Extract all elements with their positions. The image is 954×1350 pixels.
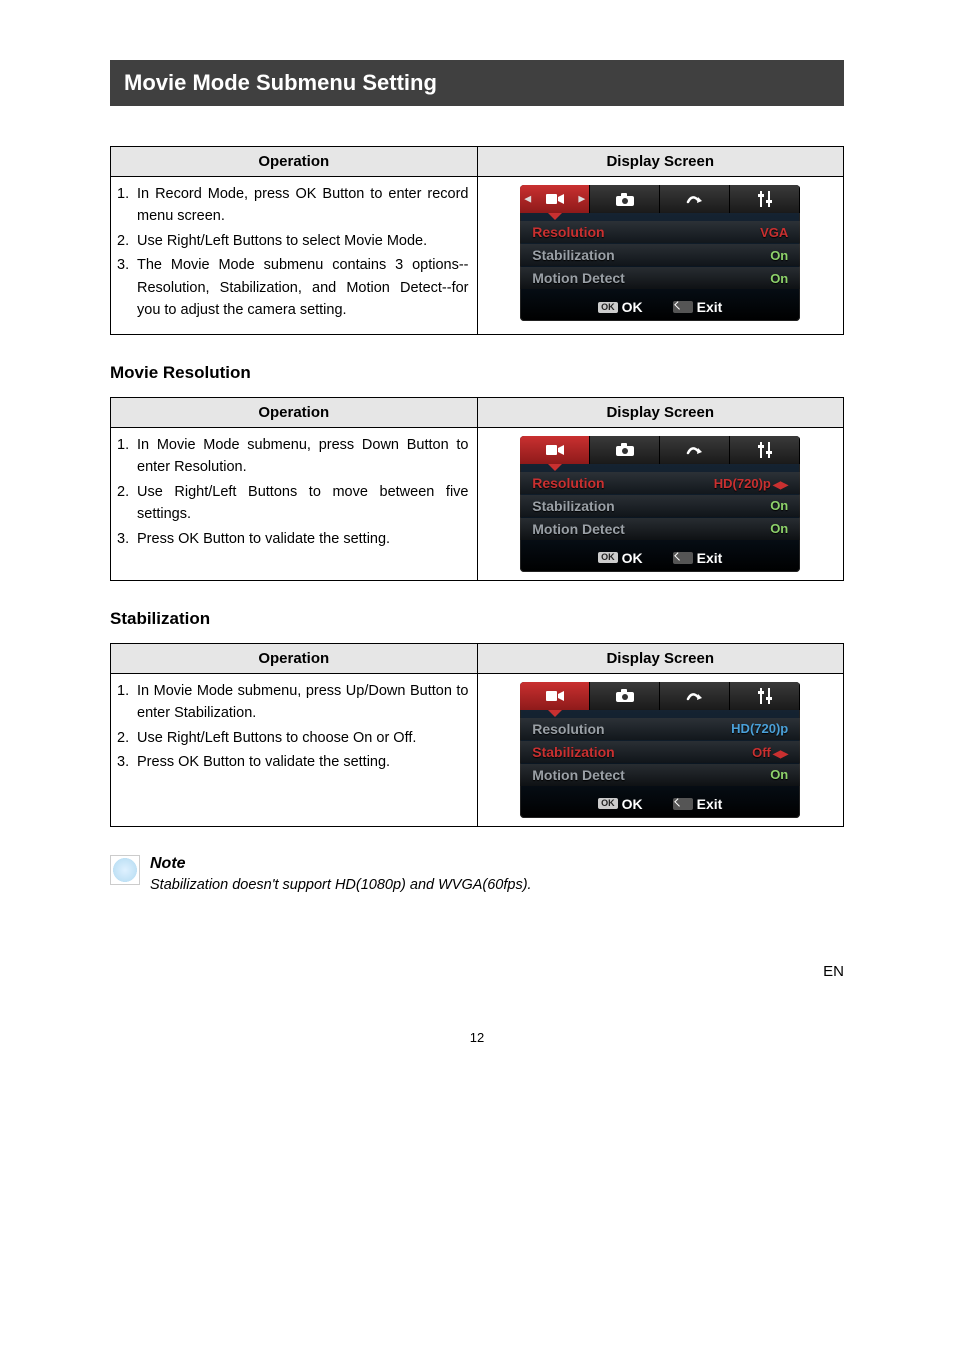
menu-row-resolution: Resolution HD(720)p <box>520 718 800 740</box>
exit-button-label: Exit <box>673 550 723 566</box>
display-screen-cell: Resolution HD(720)p Stabilization Off◀▶ … <box>477 673 844 826</box>
op-step: Use Right/Left Buttons to select Movie M… <box>137 230 469 252</box>
th-operation: Operation <box>111 397 478 427</box>
menu-row-resolution: Resolution VGA <box>520 221 800 243</box>
device-screen: Resolution HD(720)p◀▶ Stabilization On M… <box>520 436 800 572</box>
tab-settings-icon <box>730 436 800 464</box>
tab-camera-icon <box>590 436 660 464</box>
tab-effects-icon <box>660 185 730 213</box>
menu-row-stabilization: Stabilization Off◀▶ <box>520 741 800 763</box>
tab-effects-icon <box>660 436 730 464</box>
th-display-screen: Display Screen <box>477 397 844 427</box>
operation-cell: 1.In Movie Mode submenu, press Up/Down B… <box>111 673 478 826</box>
op-step: In Record Mode, press OK Button to enter… <box>137 183 469 228</box>
op-step: Press OK Button to validate the setting. <box>137 528 469 550</box>
subheading-resolution: Movie Resolution <box>110 363 844 383</box>
th-display-screen: Display Screen <box>477 147 844 177</box>
tab-camera-icon <box>590 682 660 710</box>
exit-button-label: Exit <box>673 299 723 315</box>
table-movie-mode: Operation Display Screen 1.In Record Mod… <box>110 146 844 335</box>
display-screen-cell: ◀ ▶ <box>477 177 844 335</box>
tab-movie-icon: ◀ ▶ <box>520 185 590 213</box>
menu-row-stabilization: Stabilization On <box>520 244 800 266</box>
table-resolution: Operation Display Screen 1.In Movie Mode… <box>110 397 844 581</box>
tab-movie-icon <box>520 682 590 710</box>
device-screen: Resolution HD(720)p Stabilization Off◀▶ … <box>520 682 800 818</box>
menu-row-motion-detect: Motion Detect On <box>520 267 800 289</box>
tab-camera-icon <box>590 185 660 213</box>
exit-button-label: Exit <box>673 796 723 812</box>
op-step: Use Right/Left Buttons to move between f… <box>137 481 469 526</box>
th-operation: Operation <box>111 643 478 673</box>
subheading-stabilization: Stabilization <box>110 609 844 629</box>
ok-button-label: OKOK <box>598 796 643 812</box>
menu-row-motion-detect: Motion Detect On <box>520 518 800 540</box>
th-operation: Operation <box>111 147 478 177</box>
section-title: Movie Mode Submenu Setting <box>110 60 844 106</box>
footer-lang: EN <box>0 933 954 980</box>
ok-button-label: OKOK <box>598 299 643 315</box>
op-step: Press OK Button to validate the setting. <box>137 751 469 773</box>
table-stabilization: Operation Display Screen 1.In Movie Mode… <box>110 643 844 827</box>
op-step: The Movie Mode submenu contains 3 option… <box>137 254 469 321</box>
op-step: Use Right/Left Buttons to choose On or O… <box>137 727 469 749</box>
note-text: Stabilization doesn't support HD(1080p) … <box>150 877 532 893</box>
display-screen-cell: Resolution HD(720)p◀▶ Stabilization On M… <box>477 427 844 580</box>
ok-button-label: OKOK <box>598 550 643 566</box>
tab-movie-icon <box>520 436 590 464</box>
tab-settings-icon <box>730 185 800 213</box>
op-step: In Movie Mode submenu, press Up/Down But… <box>137 680 469 725</box>
menu-row-resolution: Resolution HD(720)p◀▶ <box>520 472 800 494</box>
th-display-screen: Display Screen <box>477 643 844 673</box>
device-screen: ◀ ▶ <box>520 185 800 321</box>
menu-row-stabilization: Stabilization On <box>520 495 800 517</box>
operation-cell: 1.In Movie Mode submenu, press Down Butt… <box>111 427 478 580</box>
op-step: In Movie Mode submenu, press Down Button… <box>137 434 469 479</box>
tab-effects-icon <box>660 682 730 710</box>
menu-row-motion-detect: Motion Detect On <box>520 764 800 786</box>
tab-settings-icon <box>730 682 800 710</box>
page-number: 12 <box>0 1030 954 1045</box>
note-title: Note <box>150 855 532 873</box>
operation-cell: 1.In Record Mode, press OK Button to ent… <box>111 177 478 335</box>
note-icon <box>110 855 140 885</box>
